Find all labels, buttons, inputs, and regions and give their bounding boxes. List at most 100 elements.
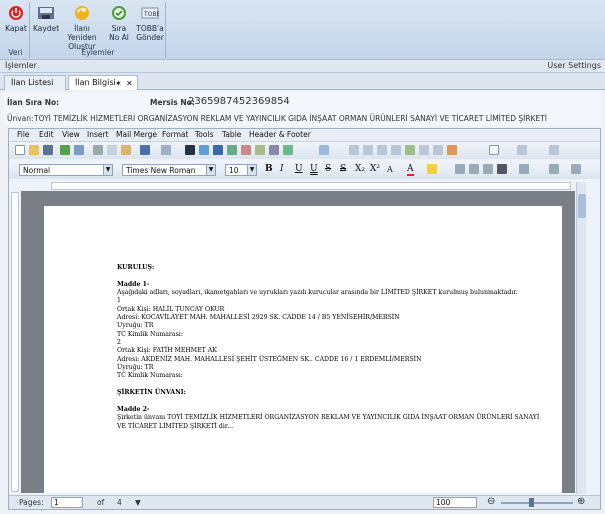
comment-icon[interactable] (269, 145, 279, 155)
document-line[interactable]: Adresi: AKDENİZ MAH. MAHALLESİ ŞEHİT ÜST… (117, 356, 537, 364)
print-preview-icon[interactable] (74, 145, 84, 155)
menu-header-footer[interactable]: Header & Footer (249, 130, 311, 139)
print-icon[interactable] (60, 145, 70, 155)
new-document-icon[interactable] (15, 145, 25, 155)
document-line[interactable]: Uyruğu: TR (117, 364, 537, 372)
menu-table[interactable]: Table (222, 130, 241, 139)
current-page-input[interactable]: 1 (51, 497, 83, 508)
zoom-slider-thumb[interactable] (529, 498, 534, 507)
bold-button[interactable]: B (265, 164, 273, 174)
redo-icon[interactable] (161, 145, 171, 155)
style-select[interactable]: Normal ▼ (19, 164, 113, 176)
document-text[interactable]: KURULUŞ: Madde 1- Aşağıdaki adları, soyad… (117, 264, 539, 431)
document-line[interactable]: Uyruğu: TR (117, 322, 537, 330)
menu-insert[interactable]: Insert (87, 130, 109, 139)
font-size-select[interactable]: 10 ▼ (225, 164, 257, 176)
tab-ad-info[interactable]: İlan Bilgisi ✶ ✕ (68, 75, 138, 90)
horizontal-ruler[interactable] (51, 182, 571, 190)
align-justify-icon[interactable] (497, 164, 507, 174)
text-case-button[interactable]: A (387, 165, 393, 174)
document-line[interactable]: 1 (117, 297, 537, 305)
align-center-icon[interactable] (469, 164, 479, 174)
table-insert-icon[interactable] (349, 145, 359, 155)
close-button[interactable]: Kapat (4, 4, 28, 33)
more-format-icon[interactable] (571, 164, 581, 174)
document-line[interactable]: Madde 1- (117, 281, 537, 289)
table-split-icon[interactable] (391, 145, 401, 155)
close-tab-icon[interactable]: ✕ (126, 79, 133, 88)
table-cells-icon[interactable] (319, 145, 329, 155)
double-strikethrough-button[interactable]: S (340, 164, 346, 174)
table-borders-icon[interactable] (419, 145, 429, 155)
get-sequence-number-button[interactable]: Sıra No Al (107, 4, 131, 42)
vertical-scrollbar[interactable] (576, 182, 586, 494)
document-line[interactable] (117, 398, 537, 406)
document-line[interactable] (117, 381, 537, 389)
strikethrough-button[interactable]: S (325, 164, 331, 174)
document-line[interactable]: TC Kimlik Numarası: (117, 372, 537, 380)
zoom-in-icon[interactable]: ⊕ (577, 496, 585, 507)
insert-table-icon[interactable] (283, 145, 293, 155)
highlight-icon[interactable] (427, 164, 437, 174)
undo-icon[interactable] (140, 145, 150, 155)
document-line[interactable] (117, 272, 537, 280)
document-line[interactable]: 2 (117, 339, 537, 347)
insert-link-icon[interactable] (213, 145, 223, 155)
document-line[interactable]: Aşağıdaki adları, soyadları, ikametgahla… (117, 289, 537, 297)
paste-icon[interactable] (121, 145, 131, 155)
regenerate-ad-button[interactable]: İlanı Yeniden Oluştur (61, 4, 103, 51)
zoom-slider[interactable] (501, 498, 573, 507)
underline-button[interactable]: U (295, 164, 303, 174)
pin-icon[interactable]: ✶ (115, 79, 122, 88)
vertical-ruler[interactable] (11, 192, 19, 492)
settings-dropdown-icon[interactable] (549, 145, 559, 155)
document-line[interactable]: VE TİCARET LİMİTED ŞİRKETİ dir... (117, 423, 537, 431)
insert-field-icon[interactable] (241, 145, 251, 155)
scrollbar-thumb[interactable] (578, 194, 586, 218)
align-right-icon[interactable] (483, 164, 493, 174)
menu-view[interactable]: View (62, 130, 80, 139)
save-button[interactable]: Kaydet (33, 4, 59, 33)
open-folder-icon[interactable] (29, 145, 39, 155)
insert-object-icon[interactable] (255, 145, 265, 155)
menu-mail-merge[interactable]: Mail Merge (116, 130, 157, 139)
document-line[interactable]: Şirketin ünvanı TOYİ TEMİZLİK HİZMETLERİ… (117, 414, 539, 422)
menu-format[interactable]: Format (162, 130, 188, 139)
document-line[interactable]: ŞİRKETİN ÜNVANI: (117, 389, 537, 397)
menu-file[interactable]: File (17, 130, 30, 139)
document-line[interactable]: KURULUŞ: (117, 264, 537, 272)
italic-button[interactable]: I (280, 164, 284, 174)
table-props-icon[interactable] (405, 145, 415, 155)
send-to-tobb-button[interactable]: TOBB TOBB'a Gönder (135, 4, 165, 42)
document-page[interactable]: KURULUŞ: Madde 1- Aşağıdaki adları, soyad… (44, 206, 562, 493)
document-line[interactable]: Ortak Kişi: FATİH MEHMET AK (117, 347, 537, 355)
menu-edit[interactable]: Edit (39, 130, 54, 139)
bullets-icon[interactable] (519, 164, 529, 174)
bookmark-icon[interactable] (227, 145, 237, 155)
delete-table-icon[interactable] (447, 145, 457, 155)
superscript-button[interactable]: X² (370, 164, 380, 174)
user-settings-link[interactable]: User Settings (547, 61, 601, 70)
cut-icon[interactable] (93, 145, 103, 155)
insert-image-icon[interactable] (199, 145, 209, 155)
symbol-icon[interactable] (185, 145, 195, 155)
document-line[interactable]: Ortak Kişi: HALİL TUNCAY OKUR (117, 306, 537, 314)
table-shading-icon[interactable] (433, 145, 443, 155)
menu-tools[interactable]: Tools (195, 130, 213, 139)
document-line[interactable]: TC Kimlik Numarası: (117, 331, 537, 339)
zoom-select[interactable]: 100 (433, 497, 477, 508)
tab-ad-list[interactable]: İlan Listesi (4, 75, 66, 90)
chevron-down-icon[interactable]: ▼ (135, 498, 141, 507)
table-delete-icon[interactable] (363, 145, 373, 155)
document-line[interactable]: Madde 2- (117, 406, 537, 414)
save-icon[interactable] (43, 145, 53, 155)
numbering-icon[interactable] (549, 164, 559, 174)
copy-icon[interactable] (107, 145, 117, 155)
align-left-icon[interactable] (455, 164, 465, 174)
table-merge-icon[interactable] (377, 145, 387, 155)
subscript-button[interactable]: X₂ (355, 164, 365, 174)
view-options-icon[interactable] (517, 145, 527, 155)
zoom-out-icon[interactable]: ⊖ (487, 496, 495, 507)
page-layout-icon[interactable] (489, 145, 499, 155)
font-color-button[interactable]: A (407, 164, 414, 176)
